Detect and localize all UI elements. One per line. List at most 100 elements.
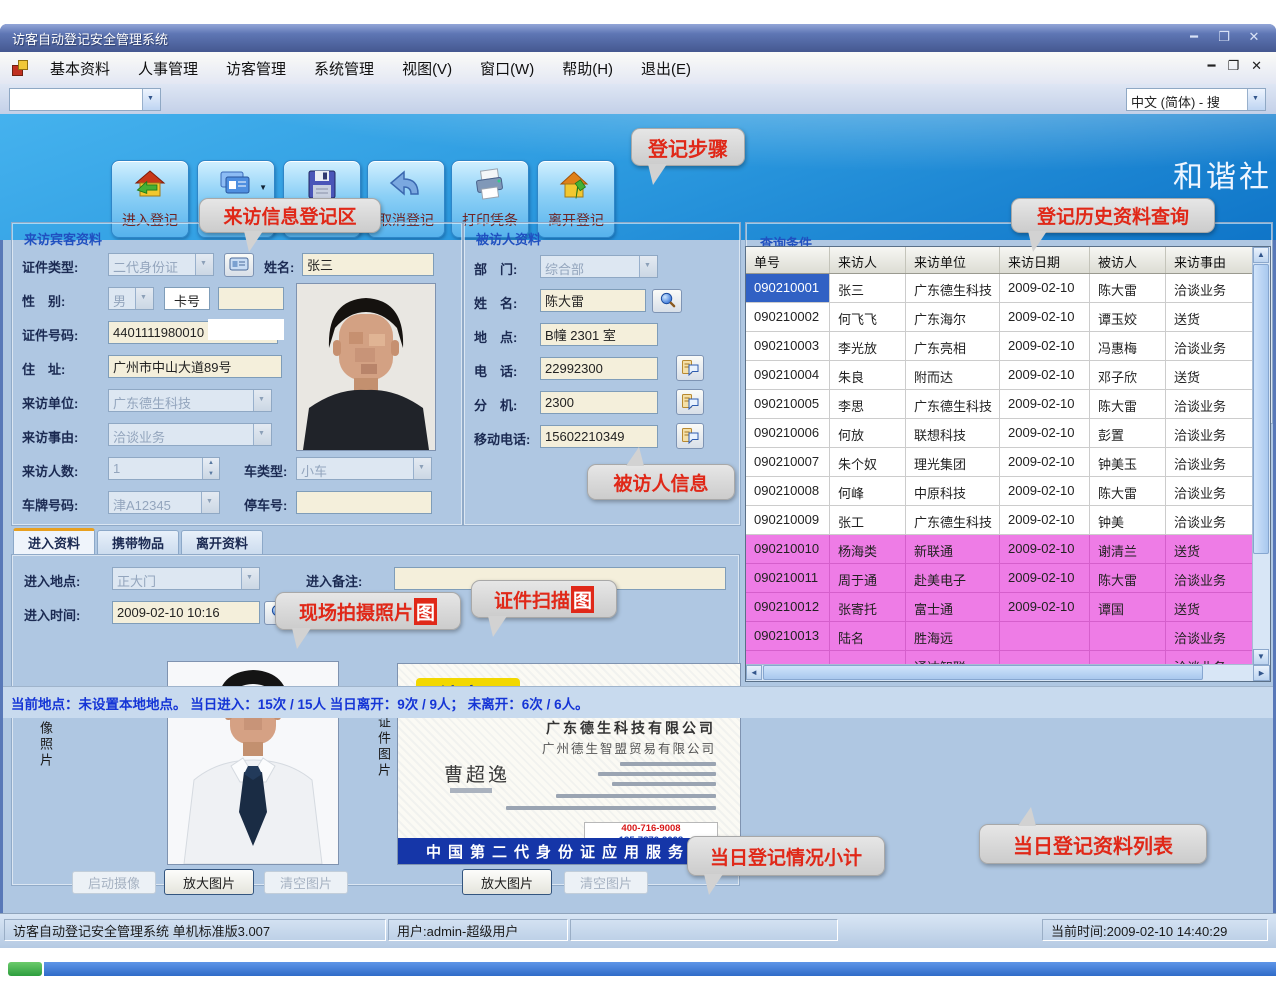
table-cell: 送货 [1166,593,1254,621]
chevron-down-icon[interactable] [142,89,160,110]
table-row[interactable]: 090210001张三广东德生科技2009-02-10陈大雷洽谈业务 [746,274,1270,303]
col-header[interactable]: 被访人 [1090,247,1166,273]
table-row[interactable]: 090210006何放联想科技2009-02-10彭置洽谈业务 [746,419,1270,448]
people-count-stepper[interactable]: 1▲▼ [108,457,220,480]
brand-text: 和谐社 [1173,152,1272,196]
menu-item-1[interactable]: 基本资料 [38,54,122,83]
quick-bar: 中文 (简体) - 搜 [0,84,1276,114]
chevron-down-icon[interactable] [201,492,219,513]
dial-phone-button[interactable] [676,355,704,381]
minimize-icon[interactable]: ━ [1184,28,1204,46]
vehicle-type-select[interactable]: 小车 [296,457,432,480]
table-row[interactable]: 090210003李光放广东亮相2009-02-10冯惠梅洽谈业务 [746,332,1270,361]
col-header[interactable]: 单号 [746,247,830,273]
visitor-name-input[interactable] [302,253,434,276]
mdi-close-icon[interactable]: ✕ [1251,58,1262,74]
dial-mobile-button[interactable] [676,423,704,449]
table-cell: 朱个奴 [830,448,906,476]
plate-select[interactable]: 津A12345 [108,491,220,514]
card-reader-button[interactable] [224,253,254,277]
chevron-down-icon[interactable] [253,424,271,445]
chevron-down-icon[interactable] [413,458,431,479]
tab-leave-info[interactable]: 离开资料 [181,530,263,554]
scroll-thumb[interactable] [763,665,1203,680]
chevron-down-icon[interactable] [135,288,153,309]
col-header[interactable]: 来访人 [830,247,906,273]
vertical-scrollbar[interactable]: ▲ ▼ [1252,247,1270,665]
table-row[interactable]: 090210011周于通赴美电子2009-02-10陈大雷洽谈业务 [746,564,1270,593]
scroll-thumb[interactable] [1253,264,1269,554]
location-input[interactable] [540,323,658,346]
language-select[interactable]: 中文 (简体) - 搜 [1126,88,1266,111]
chevron-down-icon[interactable] [241,568,259,589]
chevron-down-icon[interactable] [253,390,271,411]
table-cell: 090210010 [746,535,830,563]
menu-item-6[interactable]: 窗口(W) [468,54,546,83]
table-row[interactable]: 090210007朱个奴理光集团2009-02-10钟美玉洽谈业务 [746,448,1270,477]
menu-item-5[interactable]: 视图(V) [390,54,464,83]
table-row[interactable]: 090210008何峰中原科技2009-02-10陈大雷洽谈业务 [746,477,1270,506]
table-row[interactable]: 090210013陆名胜海远洽谈业务 [746,622,1270,651]
entry-place-select[interactable]: 正大门 [112,567,260,590]
mdi-minimize-icon[interactable]: ━ [1208,58,1216,74]
menu-item-7[interactable]: 帮助(H) [550,54,625,83]
chevron-down-icon[interactable] [1247,89,1265,110]
table-row[interactable]: 090210012张寄托富士通2009-02-10谭国送货 [746,593,1270,622]
mdi-restore-icon[interactable]: ❐ [1227,58,1239,74]
dept-select[interactable]: 综合部 [540,255,658,278]
table-cell: 2009-02-10 [1000,535,1090,563]
entry-time-label: 进入时间: [24,605,80,624]
stepper-arrows-icon[interactable]: ▲▼ [202,458,219,479]
card-no-input[interactable] [218,287,284,310]
visit-company-select[interactable]: 广东德生科技 [108,389,272,412]
id-type-select[interactable]: 二代身份证 [108,253,214,276]
menu-item-4[interactable]: 系统管理 [302,54,386,83]
interviewee-name-input[interactable] [540,289,646,312]
table-row[interactable]: 090210010杨海类新联通2009-02-10谢清兰送货 [746,535,1270,564]
table-cell: 胜海远 [906,622,1000,650]
visit-reason-select[interactable]: 洽谈业务 [108,423,272,446]
restore-icon[interactable]: ❐ [1214,28,1234,46]
visit-company-label: 来访单位: [22,393,78,412]
zoom-photo-button[interactable]: 放大图片 [164,869,254,895]
table-cell: 2009-02-10 [1000,390,1090,418]
mobile-input[interactable] [540,425,658,448]
menu-item-8[interactable]: 退出(E) [629,54,703,83]
address-input[interactable] [108,355,282,378]
clear-photo-button[interactable]: 清空图片 [264,871,348,894]
scroll-left-icon[interactable]: ◄ [746,665,762,680]
card-text-bar [598,772,716,776]
entry-time-input[interactable] [112,601,260,624]
menu-item-2[interactable]: 人事管理 [126,54,210,83]
dial-ext-button[interactable] [676,389,704,415]
parking-input[interactable] [296,491,432,514]
col-header[interactable]: 来访单位 [906,247,1000,273]
scroll-up-icon[interactable]: ▲ [1253,247,1269,263]
table-row[interactable]: 090210005李思广东德生科技2009-02-10陈大雷洽谈业务 [746,390,1270,419]
table-cell: 张三 [830,274,906,302]
close-icon[interactable]: ✕ [1244,28,1264,46]
search-person-button[interactable] [652,289,682,313]
chevron-down-icon[interactable] [639,256,657,277]
table-row[interactable]: 090210002何飞飞广东海尔2009-02-10谭玉姣送货 [746,303,1270,332]
table-row[interactable]: 090210009张工广东德生科技2009-02-10钟美洽谈业务 [746,506,1270,535]
ext-input[interactable] [540,391,658,414]
clear-card-button[interactable]: 清空图片 [564,871,648,894]
card-text-bar [620,762,716,766]
tab-carried-items[interactable]: 携带物品 [97,530,179,554]
scroll-down-icon[interactable]: ▼ [1253,649,1269,665]
horizontal-scrollbar[interactable]: ◄ [746,664,1253,681]
table-row[interactable]: 090210004朱良附而达2009-02-10邓子欣送货 [746,361,1270,390]
phone-input[interactable] [540,357,658,380]
chevron-down-icon[interactable] [195,254,213,275]
scroll-right-icon[interactable]: ► [1253,665,1270,681]
start-camera-button[interactable]: 启动摄像 [72,871,156,894]
quick-combobox[interactable] [9,88,161,111]
status-app-version: 访客自动登记安全管理系统 单机标准版3.007 [4,919,386,941]
zoom-card-button[interactable]: 放大图片 [462,869,552,895]
gender-select[interactable]: 男 [108,287,154,310]
window-title: 访客自动登记安全管理系统 [0,29,168,48]
tab-entry-info[interactable]: 进入资料 [13,528,95,554]
menu-item-3[interactable]: 访客管理 [214,54,298,83]
col-header[interactable]: 来访事由 [1166,247,1254,273]
